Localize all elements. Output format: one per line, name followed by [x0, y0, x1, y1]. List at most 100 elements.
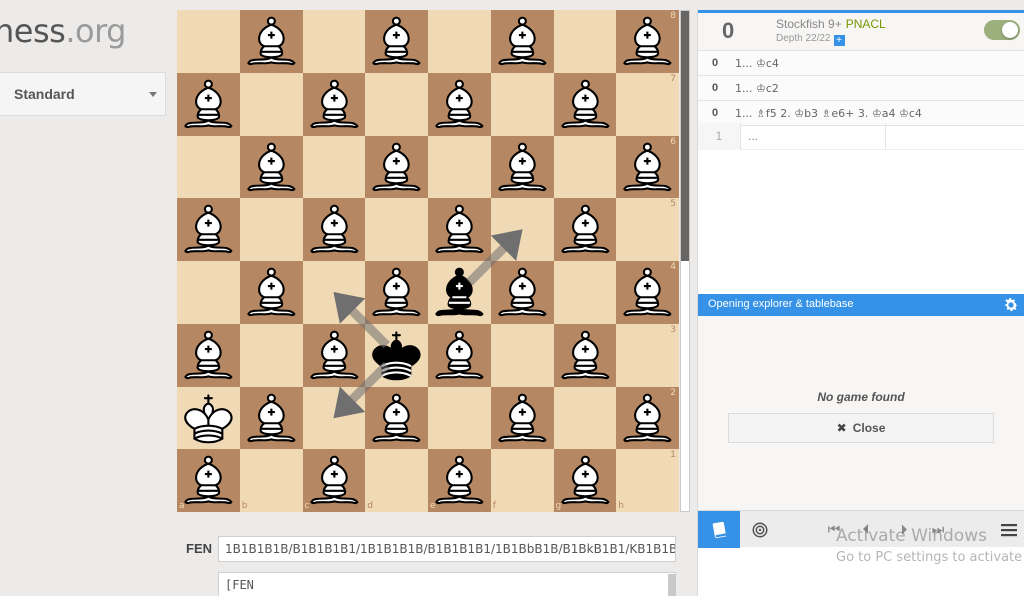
- square-h5[interactable]: 5: [616, 198, 679, 261]
- square-f6[interactable]: [490, 135, 554, 199]
- white-bishop-icon[interactable]: [491, 261, 554, 324]
- square-h8[interactable]: 8: [616, 10, 679, 73]
- square-g4[interactable]: [553, 261, 617, 324]
- white-bishop-icon[interactable]: [303, 73, 366, 136]
- white-bishop-icon[interactable]: [554, 198, 617, 261]
- pgn-scrollbar[interactable]: [668, 574, 676, 596]
- square-b8[interactable]: [239, 10, 303, 73]
- square-a1[interactable]: a: [177, 449, 240, 512]
- square-g7[interactable]: [553, 72, 617, 136]
- white-bishop-icon[interactable]: [428, 449, 491, 512]
- pv-moves[interactable]: 1... ♗f5 2. ♔b3 ♗e6+ 3. ♔a4 ♔c4: [735, 107, 922, 120]
- pv-moves[interactable]: 1... ♔c2: [735, 82, 779, 95]
- white-king-icon[interactable]: [177, 387, 240, 450]
- white-bishop-icon[interactable]: [240, 261, 303, 324]
- white-bishop-icon[interactable]: [240, 10, 303, 73]
- square-g6[interactable]: [553, 135, 617, 199]
- square-b1[interactable]: b: [239, 449, 303, 512]
- square-e5[interactable]: [428, 198, 491, 261]
- square-f7[interactable]: [490, 72, 554, 136]
- square-h2[interactable]: 2: [616, 386, 679, 450]
- white-bishop-icon[interactable]: [365, 261, 428, 324]
- white-bishop-icon[interactable]: [177, 198, 240, 261]
- white-bishop-icon[interactable]: [365, 136, 428, 199]
- square-b5[interactable]: [239, 198, 303, 261]
- square-h4[interactable]: 4: [616, 261, 679, 324]
- square-c4[interactable]: [302, 261, 366, 324]
- fen-input[interactable]: 1B1B1B1B/B1B1B1B1/1B1B1B1B/B1B1B1B1/1B1B…: [218, 536, 676, 562]
- chess-board[interactable]: 8765432abcdefg1h: [177, 10, 679, 512]
- square-d3[interactable]: [365, 323, 428, 387]
- white-bishop-icon[interactable]: [491, 136, 554, 199]
- square-e4[interactable]: [428, 261, 491, 324]
- square-b3[interactable]: [239, 323, 303, 387]
- square-h7[interactable]: 7: [616, 72, 679, 136]
- square-g2[interactable]: [553, 386, 617, 450]
- white-bishop-icon[interactable]: [616, 10, 679, 73]
- white-bishop-icon[interactable]: [428, 324, 491, 387]
- white-bishop-icon[interactable]: [240, 136, 303, 199]
- square-e7[interactable]: [428, 72, 491, 136]
- square-a6[interactable]: [177, 135, 240, 199]
- square-d2[interactable]: [365, 386, 428, 450]
- pgn-textarea[interactable]: [FEN: [218, 572, 676, 596]
- square-d4[interactable]: [365, 261, 428, 324]
- square-b4[interactable]: [239, 261, 303, 324]
- square-h3[interactable]: 3: [616, 323, 679, 387]
- white-bishop-icon[interactable]: [365, 10, 428, 73]
- square-a8[interactable]: [177, 10, 240, 73]
- pv-moves[interactable]: 1... ♔c4: [735, 57, 779, 70]
- square-d8[interactable]: [365, 10, 428, 73]
- square-h1[interactable]: 1h: [616, 449, 679, 512]
- square-e3[interactable]: [428, 323, 491, 387]
- white-bishop-icon[interactable]: [177, 73, 240, 136]
- square-f5[interactable]: [490, 198, 554, 261]
- square-c5[interactable]: [302, 198, 366, 261]
- white-bishop-icon[interactable]: [303, 449, 366, 512]
- square-e8[interactable]: [428, 10, 491, 73]
- practice-button[interactable]: [746, 511, 774, 548]
- square-b7[interactable]: [239, 72, 303, 136]
- black-bishop-icon[interactable]: [428, 261, 491, 324]
- square-f2[interactable]: [490, 386, 554, 450]
- white-bishop-icon[interactable]: [177, 449, 240, 512]
- white-bishop-icon[interactable]: [554, 449, 617, 512]
- white-bishop-icon[interactable]: [177, 324, 240, 387]
- pv-line-2[interactable]: 0 1... ♔c2: [698, 76, 1024, 101]
- square-b6[interactable]: [239, 135, 303, 199]
- white-bishop-icon[interactable]: [491, 10, 554, 73]
- square-f4[interactable]: [490, 261, 554, 324]
- square-a3[interactable]: [177, 323, 240, 387]
- white-bishop-icon[interactable]: [616, 136, 679, 199]
- square-d1[interactable]: d: [365, 449, 428, 512]
- white-bishop-icon[interactable]: [365, 387, 428, 450]
- square-f3[interactable]: [490, 323, 554, 387]
- square-c1[interactable]: c: [302, 449, 366, 512]
- variant-select[interactable]: Standard: [0, 72, 166, 116]
- square-e6[interactable]: [428, 135, 491, 199]
- white-bishop-icon[interactable]: [616, 387, 679, 450]
- square-a4[interactable]: [177, 261, 240, 324]
- square-d7[interactable]: [365, 72, 428, 136]
- square-f1[interactable]: f: [490, 449, 554, 512]
- square-c2[interactable]: [302, 386, 366, 450]
- square-c6[interactable]: [302, 135, 366, 199]
- explorer-toggle-button[interactable]: [698, 511, 740, 548]
- white-bishop-icon[interactable]: [491, 387, 554, 450]
- square-e2[interactable]: [428, 386, 491, 450]
- white-bishop-icon[interactable]: [428, 198, 491, 261]
- white-bishop-icon[interactable]: [303, 324, 366, 387]
- square-g5[interactable]: [553, 198, 617, 261]
- white-bishop-icon[interactable]: [428, 73, 491, 136]
- square-f8[interactable]: [490, 10, 554, 73]
- square-g3[interactable]: [553, 323, 617, 387]
- black-king-icon[interactable]: [365, 324, 428, 387]
- square-d6[interactable]: [365, 135, 428, 199]
- square-g8[interactable]: [553, 10, 617, 73]
- square-a7[interactable]: [177, 72, 240, 136]
- square-a2[interactable]: [177, 386, 240, 450]
- white-bishop-icon[interactable]: [616, 261, 679, 324]
- close-button[interactable]: ✖ Close: [728, 413, 994, 443]
- engine-toggle[interactable]: [984, 20, 1020, 40]
- square-e1[interactable]: e: [428, 449, 491, 512]
